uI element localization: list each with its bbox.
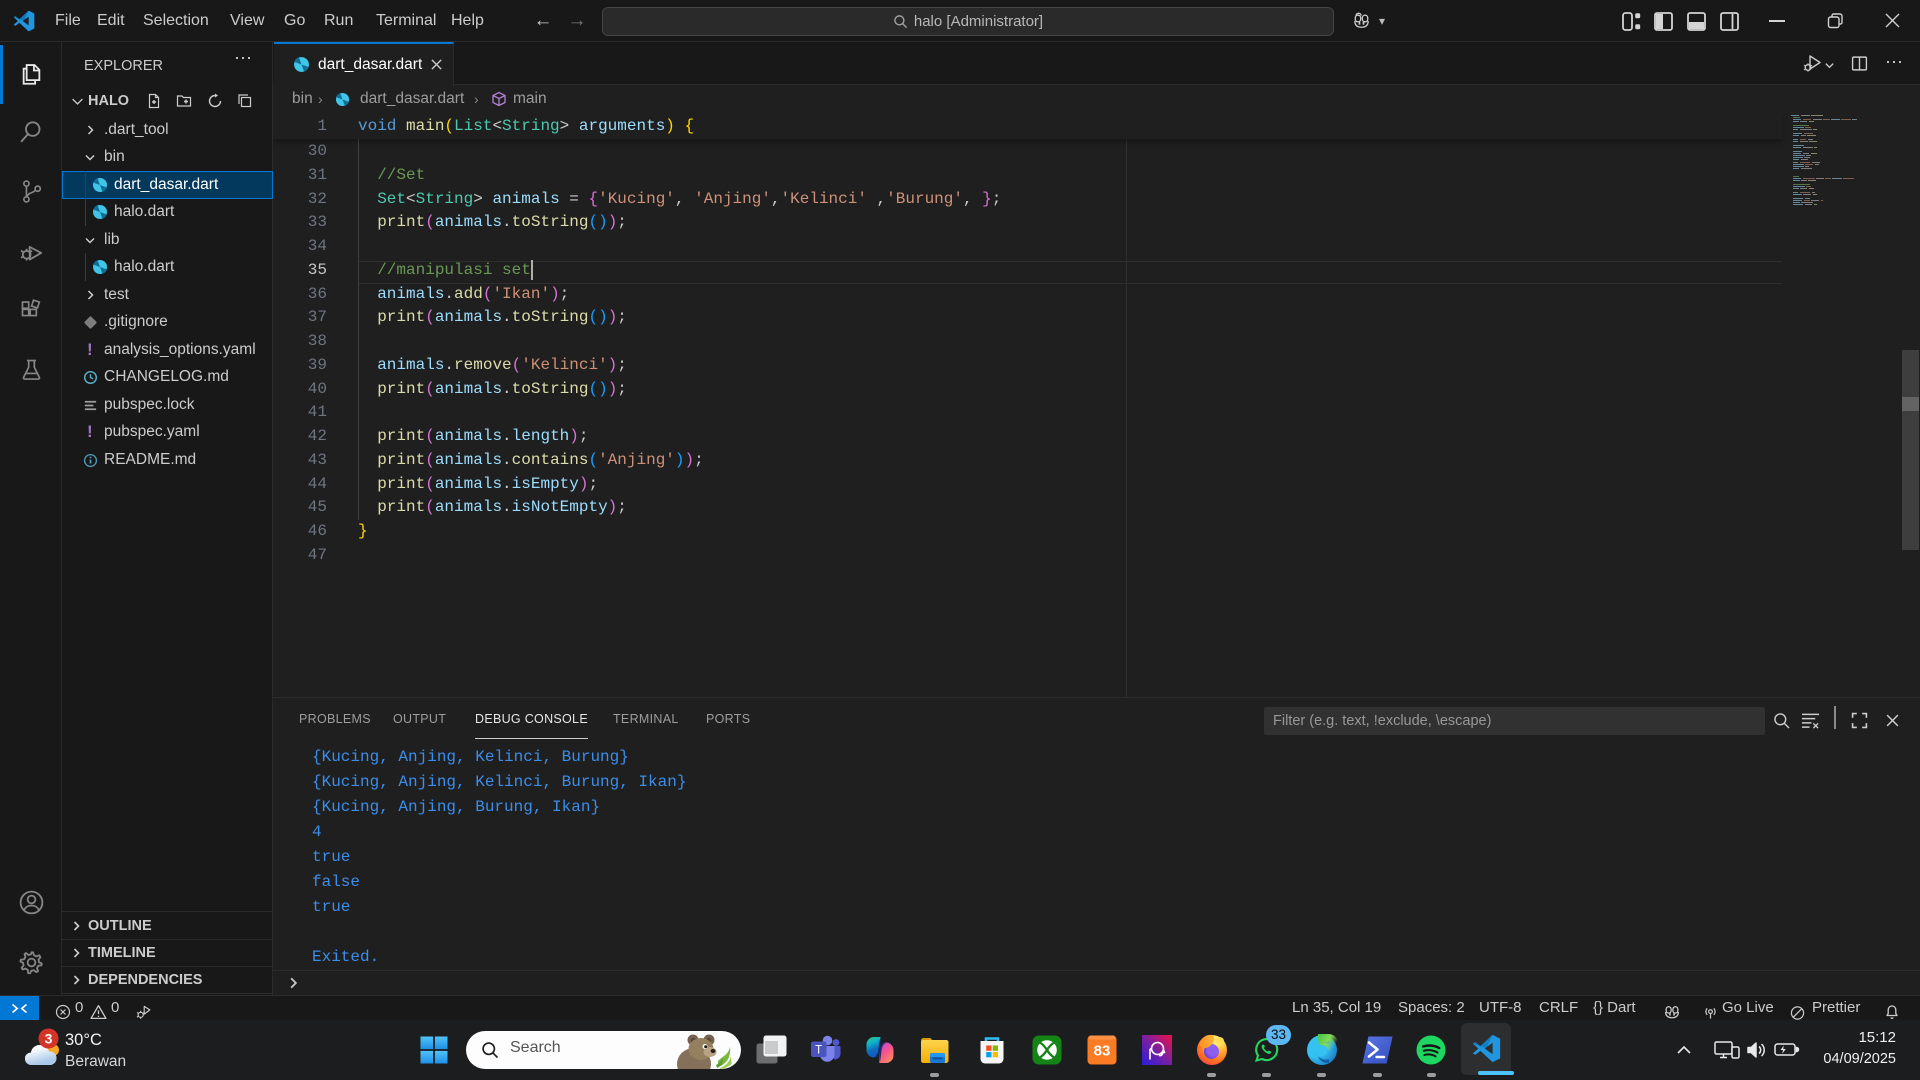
svg-text:3: 3 bbox=[45, 1031, 53, 1047]
svg-text:83: 83 bbox=[1094, 1043, 1111, 1060]
svg-text:T: T bbox=[815, 1045, 822, 1057]
